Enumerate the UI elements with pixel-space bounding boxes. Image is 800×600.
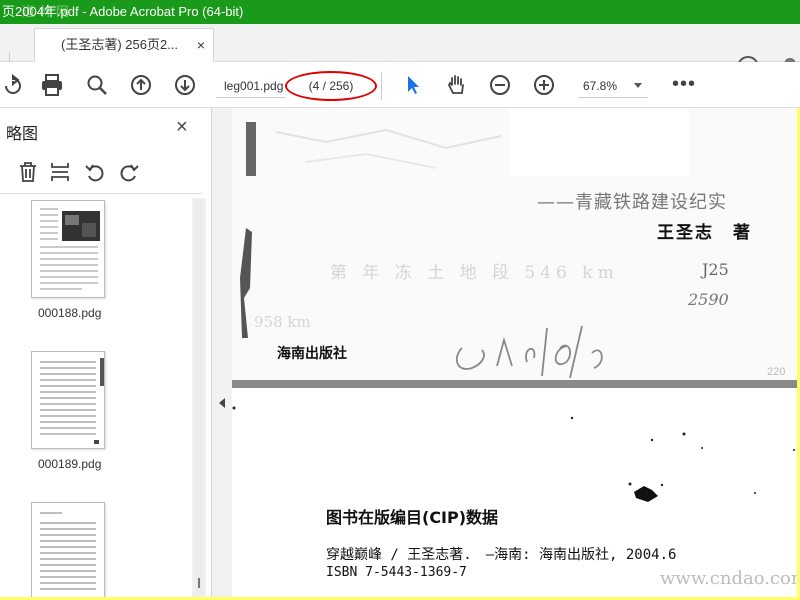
select-cursor-icon[interactable] [400,72,426,98]
insert-page-icon[interactable] [48,160,72,184]
rotate-cw-icon[interactable] [117,160,141,184]
scan-speckles [232,406,795,502]
document-tab[interactable]: (王圣志著) 256页2... × [34,28,214,62]
toolbar-divider [381,72,382,100]
thumbnail-page-189[interactable] [31,351,105,449]
handwritten-note: 2590 [688,290,729,309]
handwritten-signature [455,325,603,379]
zoom-out-icon[interactable] [487,72,513,98]
panel-title: 略图 [6,126,39,143]
scrollbar-track[interactable] [195,198,203,594]
hand-tool-icon[interactable] [444,72,470,98]
scrollbar-thumb[interactable] [198,578,200,588]
thumbnail-label: 000188.pdg [38,306,102,320]
close-tab-button[interactable]: × [197,29,205,61]
page-number-field[interactable]: (4 / 256) [285,71,377,101]
document-tab-label: (王圣志著) 256页2... [61,37,179,52]
book-author: 王圣志 著 [657,223,752,243]
page-up-icon[interactable] [128,72,154,98]
cip-record-line: 穿越巅峰 / 王圣志著. —海南: 海南出版社, 2004.6 [326,547,677,563]
close-panel-button[interactable]: × [176,116,188,139]
share-icon[interactable] [0,72,26,98]
cover-image-area [509,108,689,176]
handwritten-note: J25 [702,260,729,279]
thumbnails-panel: 略图 × 000188.pdg 000189.pdg [0,108,212,597]
main-toolbar: leg001.pdg (4 / 256) 67.8% ••• [0,62,800,108]
thumbnail-label: 000189.pdg [38,457,102,471]
faded-text: 958 km [254,313,311,331]
print-icon[interactable] [39,72,65,98]
page-separator [232,380,797,388]
thumbnail-tools [0,156,202,194]
document-view[interactable]: ——青藏铁路建设纪实 王圣志 著 第 年 冻 土 地 段 546 km J25 … [232,108,797,597]
zoom-select[interactable]: 67.8% [578,74,648,98]
thumbnail-scrollbar[interactable] [192,198,206,597]
more-tools-button[interactable]: ••• [672,72,696,96]
thumbnail-list[interactable]: 000188.pdg 000189.pdg [0,198,192,597]
page-3: ——青藏铁路建设纪实 王圣志 著 第 年 冻 土 地 段 546 km J25 … [232,108,797,380]
isbn-line: ISBN 7-5443-1369-7 [326,565,467,580]
search-zoom-icon[interactable] [84,72,110,98]
site-watermark: 道林网 [22,4,74,19]
cip-heading: 图书在版编目(CIP)数据 [326,508,499,527]
panel-collapse-strip[interactable] [212,108,232,597]
book-subtitle: ——青藏铁路建设纪实 [537,192,727,213]
page-number: 220 [767,366,786,378]
chevron-down-icon [634,83,642,88]
zoom-in-icon[interactable] [531,72,557,98]
collapse-arrow-icon[interactable] [219,398,225,408]
delete-icon[interactable] [16,160,40,184]
publisher-name: 海南出版社 [277,346,347,362]
zoom-value: 67.8% [583,79,618,93]
tab-bar: (王圣志著) 256页2... × ? [0,24,800,82]
faded-text: 第 年 冻 土 地 段 546 km [330,263,619,283]
file-name-field[interactable]: leg001.pdg [216,74,286,98]
thumbnail-page-190[interactable] [31,502,105,597]
thumbnail-page-188[interactable] [31,200,105,298]
rotate-ccw-icon[interactable] [83,160,107,184]
page-down-icon[interactable] [172,72,198,98]
site-watermark: www.cndao.com [660,568,797,589]
title-bar: 页2004年.pdf - Adobe Acrobat Pro (64-bit) … [0,0,800,24]
page-4: 图书在版编目(CIP)数据 穿越巅峰 / 王圣志著. —海南: 海南出版社, 2… [232,388,797,597]
scan-artifact [246,122,502,176]
